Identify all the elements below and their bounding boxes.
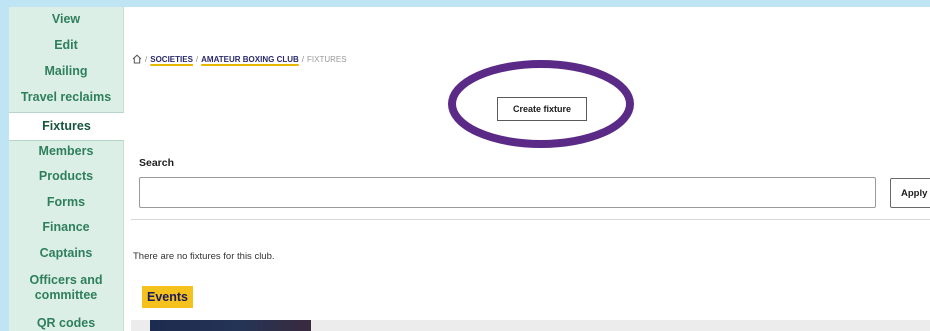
sidebar-item-fixtures[interactable]: Fixtures	[9, 112, 124, 141]
sidebar-item-forms[interactable]: Forms	[9, 195, 123, 209]
breadcrumb-separator: /	[195, 54, 199, 64]
sidebar-item-members[interactable]: Members	[9, 144, 123, 158]
empty-fixtures-message: There are no fixtures for this club.	[133, 251, 275, 262]
sidebar-item-edit[interactable]: Edit	[9, 38, 123, 52]
breadcrumb-club-link[interactable]: AMATEUR BOXING CLUB	[201, 55, 299, 64]
sidebar-item-qr-codes[interactable]: QR codes	[9, 316, 123, 330]
breadcrumb: / SOCIETIES / AMATEUR BOXING CLUB / FIXT…	[132, 52, 347, 66]
sidebar-item-products[interactable]: Products	[9, 169, 123, 183]
sidebar-item-officers-and-committee[interactable]: Officers and committee	[9, 273, 123, 303]
breadcrumb-separator: /	[145, 54, 148, 64]
breadcrumb-societies-link[interactable]: SOCIETIES	[150, 55, 193, 64]
sidebar-item-finance[interactable]: Finance	[9, 220, 123, 234]
search-input[interactable]	[139, 177, 876, 208]
event-card-image[interactable]	[150, 320, 311, 331]
search-label: Search	[139, 157, 175, 169]
sidebar-item-travel-reclaims[interactable]: Travel reclaims	[9, 90, 123, 104]
sidebar-item-mailing[interactable]: Mailing	[9, 64, 123, 78]
apply-button[interactable]: Apply	[890, 178, 930, 208]
breadcrumb-current: FIXTURES	[307, 54, 347, 64]
sidebar-item-view[interactable]: View	[9, 12, 123, 26]
frame-top-border	[0, 0, 930, 7]
divider	[131, 219, 930, 220]
sidebar-item-captains[interactable]: Captains	[9, 246, 123, 260]
home-icon[interactable]	[132, 54, 142, 64]
breadcrumb-separator: /	[301, 54, 305, 64]
events-heading: Events	[142, 286, 193, 308]
frame-left-border	[0, 0, 9, 331]
create-fixture-button[interactable]: Create fixture	[497, 97, 587, 121]
sidebar-nav: View Edit Mailing Travel reclaims Fixtur…	[9, 7, 124, 331]
